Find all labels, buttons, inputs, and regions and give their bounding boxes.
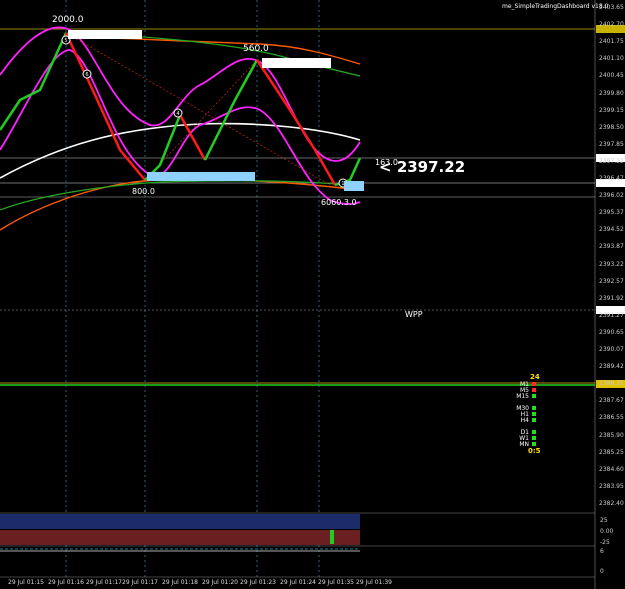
tf-footer: 0:5	[528, 447, 541, 455]
label-wpp: WPP	[405, 310, 423, 319]
svg-text:5: 5	[64, 38, 67, 44]
oscillator-axis-label: 25	[600, 517, 608, 524]
timeframe-label: MN	[519, 441, 529, 448]
price-axis-label: 2385.90	[599, 431, 624, 439]
indicator-title: me_SimpleTradingDashboard v18.0	[502, 3, 609, 10]
timeframe-label: H4	[520, 417, 529, 424]
zigzag-down-3	[255, 59, 337, 186]
timeframe-label: M15	[516, 393, 529, 400]
timeframe-status-box	[532, 418, 536, 422]
price-axis-label: 2396.47	[599, 175, 624, 183]
time-axis-label: 29 Jul 01:17	[122, 579, 158, 586]
time-axis-label: 29 Jul 01:39	[356, 579, 392, 586]
price-axis-label: 2394.52	[599, 226, 624, 234]
timeframe-status-box	[532, 430, 536, 434]
zigzag-up-3	[203, 59, 259, 161]
timeframe-status-box	[532, 394, 536, 398]
price-axis-label: 2388.35	[599, 380, 624, 388]
oscillator-positive-area	[0, 514, 360, 529]
timeframe-status-box	[532, 406, 536, 410]
mid-price-box	[262, 58, 331, 68]
oscillator2-axis-label: 0	[600, 568, 604, 575]
current-zone-box	[344, 181, 364, 191]
label-800: 800.0	[132, 187, 155, 196]
tf-count: 24	[530, 373, 540, 381]
price-axis-label: 2382.40	[599, 500, 624, 507]
price-axis-label: 2384.60	[599, 465, 624, 473]
price-axis-label: 2402.70	[599, 21, 624, 29]
zigzag-up-4	[334, 157, 362, 187]
green-upper-curve	[64, 32, 361, 77]
timeframe-status-box	[532, 388, 536, 392]
oscillator-negative-area	[0, 530, 360, 545]
timeframe-status-box	[532, 442, 536, 446]
svg-text:4: 4	[176, 111, 179, 117]
time-axis-label: 29 Jul 01:23	[240, 579, 276, 586]
timeframe-status-box	[532, 412, 536, 416]
white-ma-curve	[0, 122, 361, 179]
price-axis-label: 2383.95	[599, 482, 624, 490]
price-axis-label: 2400.45	[599, 72, 624, 80]
price-axis-label: 2397.22	[599, 157, 624, 165]
oscillator-axis-label: 0.00	[600, 528, 614, 535]
price-axis-label: 2393.22	[599, 260, 624, 268]
price-axis-label: 2390.65	[599, 328, 624, 336]
magenta-upper-band	[0, 26, 361, 162]
current-price-display: < 2397.22	[379, 158, 465, 176]
time-axis-label: 29 Jul 01:20	[202, 579, 238, 586]
time-axis-label: 29 Jul 01:24	[280, 579, 316, 586]
timeframe-status-box	[532, 382, 536, 386]
timeframe-status-box	[532, 436, 536, 440]
price-axis-label: 2392.57	[599, 277, 624, 285]
price-axis-label: 2403.65	[599, 4, 624, 11]
price-axis-label: 2397.85	[599, 140, 624, 148]
oscillator-signal-bar	[330, 530, 334, 544]
current-price-value: 2397.22	[396, 158, 466, 176]
zigzag-up-1	[0, 32, 68, 131]
time-axis-label: 29 Jul 01:18	[162, 579, 198, 586]
price-axis-label: 2399.15	[599, 106, 624, 114]
price-prefix: <	[379, 158, 392, 176]
price-axis-label: 2391.92	[599, 294, 624, 302]
price-axis-label: 2391.27	[599, 311, 624, 319]
time-axis-label: 29 Jul 01:16	[48, 579, 84, 586]
price-axis-label: 2385.25	[599, 448, 624, 456]
support-zone-box	[147, 172, 255, 181]
orange-lower-curve	[0, 178, 361, 231]
time-axis-label: 29 Jul 01:15	[8, 579, 44, 586]
period-separators	[65, 0, 320, 577]
price-axis-label: 2399.80	[599, 89, 624, 97]
price-axis-label: 2398.50	[599, 123, 624, 131]
price-chart[interactable]: 5641	[0, 0, 625, 589]
price-axis-label: 2387.67	[599, 397, 624, 405]
oscillator2-axis-label: 6	[600, 548, 604, 555]
price-axis-label: 2386.55	[599, 414, 624, 422]
price-axis-label: 2396.02	[599, 192, 624, 200]
price-axis-label: 2389.42	[599, 363, 624, 371]
svg-text:6: 6	[85, 72, 88, 78]
price-axis-label: 2401.75	[599, 38, 624, 46]
price-axis-label: 2395.37	[599, 209, 624, 217]
label-2000: 2000.0	[52, 15, 84, 25]
oscillator-axis-label: -25	[600, 539, 610, 546]
zigzag-down-2	[178, 114, 207, 161]
label-560: 560.0	[243, 44, 269, 54]
green-lower-curve	[0, 180, 361, 211]
price-axis-label: 2393.87	[599, 243, 624, 251]
time-axis-label: 29 Jul 01:35	[318, 579, 354, 586]
label-bottom: 6060.3.0	[321, 198, 357, 207]
price-axis-label: 2390.07	[599, 346, 624, 354]
top-price-box	[68, 30, 142, 39]
time-axis-label: 29 Jul 01:17	[86, 579, 122, 586]
price-axis-label: 2401.10	[599, 55, 624, 63]
